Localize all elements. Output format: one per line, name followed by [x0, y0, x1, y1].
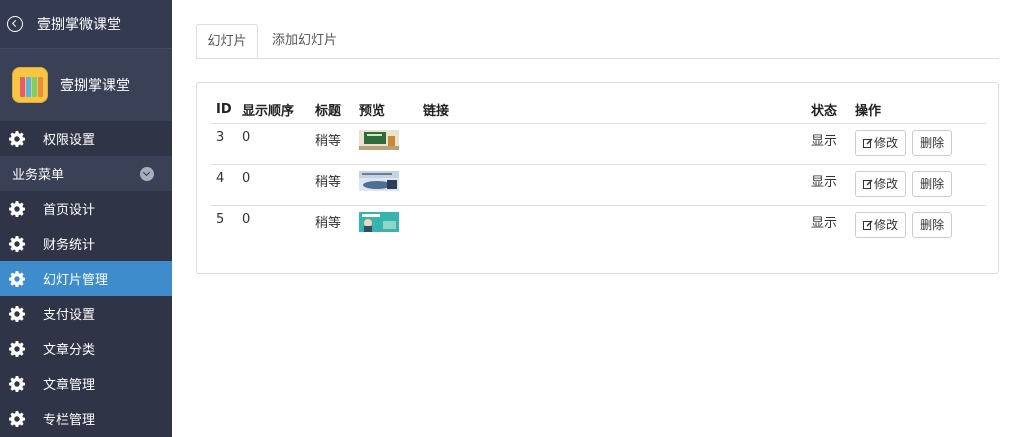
sidebar-item-label: 权限设置: [43, 133, 96, 148]
tab-bar: 幻灯片 添加幻灯片: [196, 24, 999, 59]
logo-icon: [12, 67, 48, 103]
table-row: 4 0 稍等 显示 修改 删除: [211, 164, 986, 206]
cell-status: 显示: [806, 164, 850, 206]
main-content: 幻灯片 添加幻灯片 ID 显示顺序 标题 预览 链接 状态 操作 3 0 稍等 …: [172, 0, 1020, 437]
cell-id: 3: [211, 123, 237, 165]
preview-thumbnail: [359, 130, 399, 150]
sidebar-item-article-management[interactable]: 文章管理: [0, 366, 172, 401]
sidebar-item-payment[interactable]: 支付设置: [0, 296, 172, 331]
gear-icon: [9, 235, 25, 252]
sidebar-item-label: 首页设计: [43, 203, 96, 218]
edit-icon: [863, 138, 873, 148]
sidebar-item-label: 文章管理: [43, 378, 96, 393]
col-header-preview: 预览: [354, 95, 418, 124]
sidebar-item-label: 专栏管理: [43, 413, 96, 428]
cell-id: 5: [216, 212, 225, 227]
cell-actions: 修改 删除: [850, 123, 986, 165]
sidebar-item-permissions[interactable]: 权限设置: [0, 121, 172, 156]
cell-preview: [354, 123, 418, 165]
gear-icon: [9, 200, 25, 217]
sidebar-item-slides[interactable]: 幻灯片管理: [0, 261, 172, 296]
gear-icon: [9, 410, 25, 427]
sidebar-item-finance[interactable]: 财务统计: [0, 226, 172, 261]
edit-button[interactable]: 修改: [855, 130, 907, 156]
cell-status: 显示: [811, 216, 838, 231]
edit-icon: [863, 220, 873, 230]
sidebar-item-home-design[interactable]: 首页设计: [0, 191, 172, 226]
sidebar-item-article-category[interactable]: 文章分类: [0, 331, 172, 366]
sidebar-item-label: 幻灯片管理: [43, 273, 109, 288]
sidebar-group-business[interactable]: 业务菜单: [0, 156, 172, 191]
sidebar: 壹捌掌微课堂 壹捌掌课堂 权限设置 业务菜单 首页设计 财务统计 幻灯片管理 支…: [0, 0, 172, 437]
gear-icon: [9, 340, 25, 357]
cell-title: 稍等: [310, 123, 354, 165]
cell-preview: [354, 206, 418, 247]
preview-thumbnail: [359, 171, 399, 191]
col-header-actions: 操作: [850, 95, 986, 124]
sidebar-header: 壹捌掌微课堂: [0, 0, 172, 49]
cell-title: 稍等: [310, 164, 354, 206]
cell-preview: [354, 164, 418, 206]
cell-id: 4: [211, 164, 237, 206]
gear-icon: [9, 270, 25, 287]
cell-actions: 修改 删除: [850, 206, 986, 247]
sidebar-group-label: 业务菜单: [12, 168, 65, 183]
brand-name: 壹捌掌课堂: [60, 78, 130, 94]
delete-button[interactable]: 删除: [912, 130, 953, 156]
preview-thumbnail: [359, 212, 399, 232]
edit-button[interactable]: 修改: [855, 212, 907, 238]
app-title: 壹捌掌微课堂: [37, 17, 121, 33]
tab-add-slide[interactable]: 添加幻灯片: [272, 24, 337, 58]
edit-button-label: 修改: [874, 136, 899, 150]
cell-title: 稍等: [315, 216, 342, 231]
sidebar-item-label: 文章分类: [43, 343, 96, 358]
sidebar-item-label: 财务统计: [43, 238, 96, 253]
table-header-row: ID 显示顺序 标题 预览 链接 状态 操作: [211, 95, 986, 124]
edit-button-label: 修改: [874, 218, 899, 232]
col-header-id: ID: [211, 95, 237, 124]
cell-order: 0: [242, 212, 251, 227]
chevron-down-icon: [140, 166, 154, 181]
col-header-status: 状态: [806, 95, 850, 124]
tab-slides[interactable]: 幻灯片: [196, 24, 258, 58]
col-header-title: 标题: [310, 95, 354, 124]
back-icon[interactable]: [7, 16, 23, 32]
cell-link: [418, 206, 806, 247]
col-header-order: 显示顺序: [237, 95, 310, 124]
gear-icon: [9, 305, 25, 322]
delete-button[interactable]: 删除: [912, 171, 953, 197]
brand: 壹捌掌课堂: [0, 49, 172, 121]
edit-icon: [863, 179, 873, 189]
edit-button-label: 修改: [874, 177, 899, 191]
cell-link: [418, 123, 806, 165]
sidebar-item-column-management[interactable]: 专栏管理: [0, 401, 172, 436]
gear-icon: [9, 130, 25, 147]
cell-status: 显示: [806, 123, 850, 165]
edit-button[interactable]: 修改: [855, 171, 907, 197]
delete-button[interactable]: 删除: [912, 212, 953, 238]
cell-order: 0: [237, 123, 310, 165]
gear-icon: [9, 375, 25, 392]
cell-link: [418, 164, 806, 206]
cell-order: 0: [237, 164, 310, 206]
table-row: 5 0 稍等 显示 修改 删除: [211, 206, 986, 247]
table-row: 3 0 稍等 显示 修改 删除: [211, 123, 986, 165]
sidebar-item-label: 支付设置: [43, 308, 96, 323]
cell-actions: 修改 删除: [850, 164, 986, 206]
slides-panel: ID 显示顺序 标题 预览 链接 状态 操作 3 0 稍等 显示 修改 删除 4…: [196, 82, 999, 274]
slides-table: ID 显示顺序 标题 预览 链接 状态 操作 3 0 稍等 显示 修改 删除 4…: [211, 95, 986, 247]
col-header-link: 链接: [418, 95, 806, 124]
